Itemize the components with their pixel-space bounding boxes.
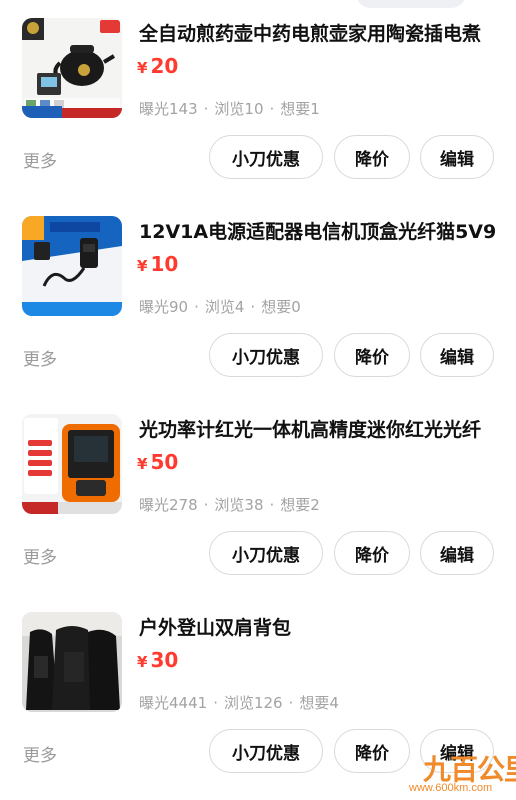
listing-card[interactable]: 12V1A电源适配器电信机顶盒光纤猫5V9 ¥10 曝光90 · 浏览4 · 想要0 更…: [0, 198, 516, 396]
exposure-count: 曝光278: [139, 496, 198, 514]
listing-image[interactable]: [22, 18, 122, 118]
reduce-price-button[interactable]: 降价: [334, 333, 410, 377]
listing-card[interactable]: 光功率计红光一体机高精度迷你红光光纤 ¥50 曝光278 · 浏览38 · 想要2 更多…: [0, 396, 516, 594]
watermark-url: www.600km.com: [409, 782, 493, 794]
currency-symbol: ¥: [137, 455, 148, 473]
listing-price: ¥10: [137, 252, 178, 276]
listing-stats: 曝光278 · 浏览38 · 想要2: [139, 494, 320, 515]
listing-title[interactable]: 户外登山双肩背包: [139, 614, 509, 642]
knife-discount-button[interactable]: 小刀优惠: [209, 135, 323, 179]
listing-price: ¥50: [137, 450, 178, 474]
listing-card[interactable]: 全自动煎药壶中药电煎壶家用陶瓷插电煮 ¥20 曝光143 · 浏览10 · 想要1 更多…: [0, 0, 516, 198]
exposure-count: 曝光143: [139, 100, 198, 118]
listing-image[interactable]: [22, 414, 122, 514]
more-button[interactable]: 更多: [23, 543, 57, 568]
edit-button[interactable]: 编辑: [420, 135, 494, 179]
listing-title[interactable]: 全自动煎药壶中药电煎壶家用陶瓷插电煮: [139, 20, 509, 48]
view-count: 浏览126: [223, 694, 283, 712]
listing-image[interactable]: [22, 612, 122, 712]
listing-price: ¥30: [137, 648, 178, 672]
more-button[interactable]: 更多: [23, 147, 57, 172]
separator: ·: [288, 694, 294, 712]
currency-symbol: ¥: [137, 653, 148, 671]
price-amount: 30: [150, 648, 179, 672]
watermark-logo: 九百公里 www.600km.com: [395, 748, 516, 800]
separator: ·: [194, 298, 199, 316]
want-count: 想要2: [280, 496, 320, 514]
price-amount: 50: [150, 450, 179, 474]
knife-discount-button[interactable]: 小刀优惠: [209, 531, 323, 575]
view-count: 浏览38: [214, 496, 264, 514]
reduce-price-button[interactable]: 降价: [334, 531, 410, 575]
view-count: 浏览10: [214, 100, 264, 118]
currency-symbol: ¥: [137, 257, 148, 275]
want-count: 想要0: [261, 298, 301, 316]
price-amount: 10: [150, 252, 179, 276]
my-listings-page: 全自动煎药壶中药电煎壶家用陶瓷插电煮 ¥20 曝光143 · 浏览10 · 想要1 更多…: [0, 0, 516, 800]
reduce-price-button[interactable]: 降价: [334, 135, 410, 179]
exposure-count: 曝光4441: [139, 694, 208, 712]
separator: ·: [269, 100, 275, 118]
edit-button[interactable]: 编辑: [420, 531, 494, 575]
currency-symbol: ¥: [137, 59, 148, 77]
knife-discount-button[interactable]: 小刀优惠: [209, 333, 323, 377]
separator: ·: [269, 496, 275, 514]
separator: ·: [203, 496, 209, 514]
edit-button[interactable]: 编辑: [420, 333, 494, 377]
listing-title[interactable]: 光功率计红光一体机高精度迷你红光光纤: [139, 416, 509, 444]
separator: ·: [250, 298, 256, 316]
price-amount: 20: [150, 54, 179, 78]
listing-stats: 曝光90 · 浏览4 · 想要0: [139, 296, 301, 317]
listing-stats: 曝光4441 · 浏览126 · 想要4: [139, 692, 339, 713]
exposure-count: 曝光90: [139, 298, 189, 316]
separator: ·: [213, 694, 218, 712]
want-count: 想要1: [280, 100, 320, 118]
listing-price: ¥20: [137, 54, 178, 78]
listing-title[interactable]: 12V1A电源适配器电信机顶盒光纤猫5V9: [139, 218, 509, 246]
want-count: 想要4: [299, 694, 339, 712]
knife-discount-button[interactable]: 小刀优惠: [209, 729, 323, 773]
more-button[interactable]: 更多: [23, 741, 57, 766]
listing-stats: 曝光143 · 浏览10 · 想要1: [139, 98, 320, 119]
view-count: 浏览4: [204, 298, 245, 316]
more-button[interactable]: 更多: [23, 345, 57, 370]
separator: ·: [203, 100, 209, 118]
listing-image[interactable]: [22, 216, 122, 316]
